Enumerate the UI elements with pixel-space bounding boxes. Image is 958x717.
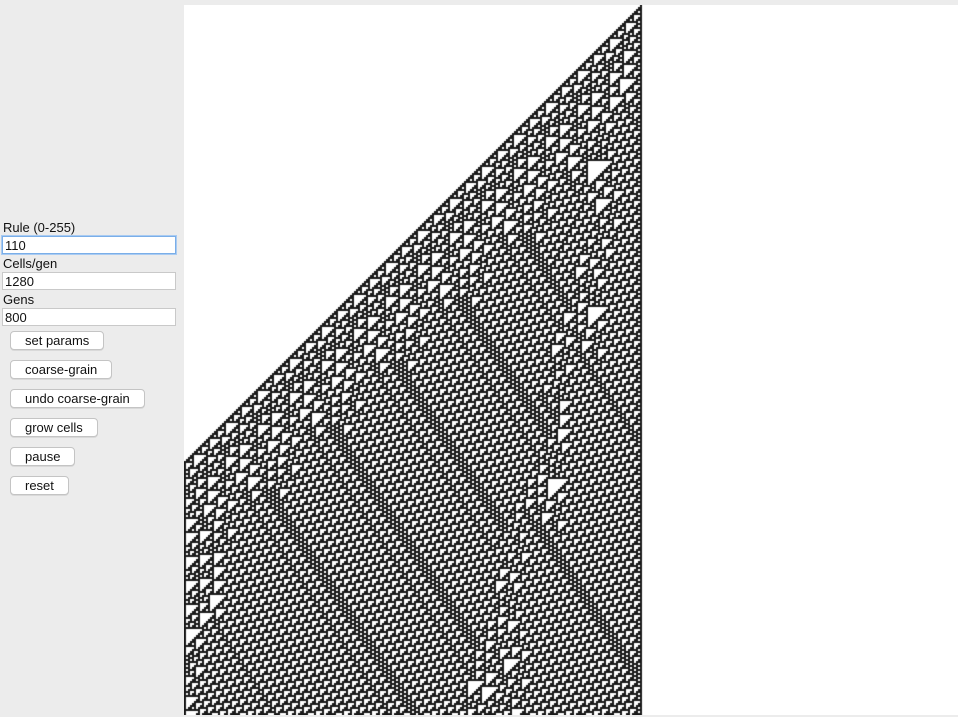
- cells-per-gen-label: Cells/gen: [3, 256, 58, 271]
- gens-label: Gens: [3, 292, 35, 307]
- undo-coarse-grain-button[interactable]: undo coarse-grain: [10, 389, 145, 408]
- cellular-automaton-canvas[interactable]: [184, 5, 958, 715]
- reset-button[interactable]: reset: [10, 476, 69, 495]
- pause-button[interactable]: pause: [10, 447, 76, 466]
- automaton-canvas-area[interactable]: [184, 5, 958, 715]
- grow-cells-button[interactable]: grow cells: [10, 418, 98, 437]
- gens-input[interactable]: [2, 308, 176, 326]
- rule-label: Rule (0-255): [3, 220, 76, 235]
- rule-input[interactable]: [2, 236, 176, 254]
- coarse-grain-button[interactable]: coarse-grain: [10, 360, 113, 379]
- cells-per-gen-input[interactable]: [2, 272, 176, 290]
- control-panel: Rule (0-255) Cells/gen Gens set params c…: [0, 0, 184, 717]
- app-window: Rule (0-255) Cells/gen Gens set params c…: [0, 0, 958, 717]
- set-params-button[interactable]: set params: [10, 331, 105, 350]
